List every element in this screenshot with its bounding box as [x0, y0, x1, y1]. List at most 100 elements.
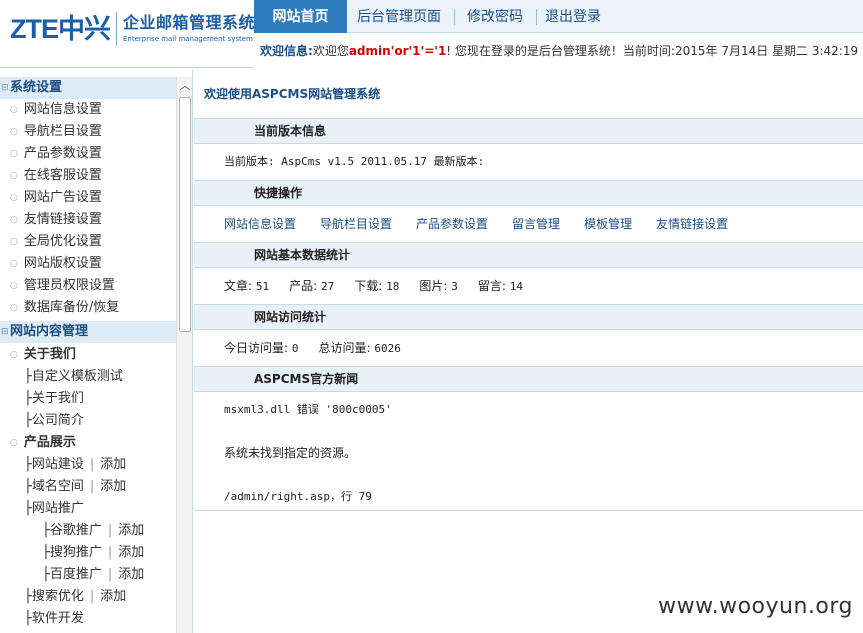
sidebar-item-online-service[interactable]: ○ 在线客服设置 — [10, 165, 102, 187]
tree-item-label: ├网站推广 — [24, 501, 84, 516]
quick-link-site-info[interactable]: 网站信息设置 — [224, 217, 296, 231]
sidebar-section-title: 系统设置 — [10, 80, 63, 95]
tab-divider — [536, 9, 537, 25]
sidebar-section-system[interactable]: ⊟ 系统设置 — [0, 77, 176, 99]
tree-node-label: 关于我们 — [23, 347, 76, 362]
sidebar-scrollbar[interactable]: ︿ — [176, 77, 192, 633]
stat-label: 产品: — [289, 279, 318, 293]
top-nav: 网站首页 后台管理页面 修改密码 退出登录 — [254, 0, 863, 33]
tree-node-about[interactable]: ○ 关于我们 — [10, 344, 76, 366]
stat-articles: 文章: 51 — [224, 279, 269, 293]
separator: | — [89, 589, 95, 604]
sidebar-item-label: 友情链接设置 — [23, 212, 102, 227]
tree-item-promotion[interactable]: ├网站推广 — [24, 498, 84, 520]
sidebar-item-db-backup[interactable]: ○ 数据库备份/恢复 — [10, 297, 119, 319]
tab-home[interactable]: 网站首页 — [254, 0, 347, 33]
welcome-user: admin'or'1'='1 — [348, 44, 447, 58]
add-link[interactable]: 添加 — [100, 479, 126, 494]
page-title: 欢迎使用ASPCMS网站管理系统 — [204, 87, 381, 101]
sidebar-section-content[interactable]: ⊟ 网站内容管理 — [0, 321, 176, 343]
tree-item-label: ├关于我们 — [24, 391, 84, 406]
collapse-icon[interactable]: ⊟ — [1, 321, 9, 343]
stat-value: 14 — [509, 280, 523, 293]
separator: | — [89, 457, 95, 472]
tree-item-label: ├软件开发 — [24, 611, 84, 626]
tree-item-label: ├搜索优化 — [24, 589, 84, 604]
header: ZTE中兴 企业邮箱管理系统 Enterprise mail managemen… — [0, 0, 863, 68]
sidebar-item-seo[interactable]: ○ 全局优化设置 — [10, 231, 102, 253]
visits-row: 今日访问量: 0 总访问量: 6026 — [224, 337, 421, 359]
sidebar-item-label: 在线客服设置 — [23, 168, 102, 183]
sidebar-item-label: 导航栏目设置 — [23, 124, 102, 139]
sidebar-section-title: 网站内容管理 — [10, 324, 89, 339]
circle-bullet-icon: ○ — [10, 350, 18, 360]
quick-link-templates[interactable]: 模板管理 — [584, 217, 632, 231]
tree-item-web-build[interactable]: ├网站建设 | 添加 — [24, 454, 126, 476]
sidebar-item-nav[interactable]: ○ 导航栏目设置 — [10, 121, 102, 143]
separator: | — [107, 567, 113, 582]
stat-messages: 留言: 14 — [478, 279, 523, 293]
stat-value: 6026 — [374, 342, 401, 355]
sidebar-item-label: 网站广告设置 — [23, 190, 102, 205]
circle-bullet-icon: ○ — [10, 237, 18, 247]
add-link[interactable]: 添加 — [118, 567, 144, 582]
tree-item-label: ├百度推广 — [42, 567, 102, 582]
circle-bullet-icon: ○ — [10, 149, 18, 159]
stat-downloads: 下载: 18 — [354, 279, 399, 293]
stat-label: 留言: — [477, 279, 506, 293]
section-version-header: 当前版本信息 — [194, 118, 863, 144]
sidebar-item-ads[interactable]: ○ 网站广告设置 — [10, 187, 102, 209]
quick-links: 网站信息设置 导航栏目设置 产品参数设置 留言管理 模板管理 友情链接设置 — [224, 213, 752, 235]
tree-item-about-us[interactable]: ├关于我们 — [24, 388, 84, 410]
tree-item-domain-hosting[interactable]: ├域名空间 | 添加 — [24, 476, 126, 498]
sidebar-item-label: 全局优化设置 — [23, 234, 102, 249]
tree-item-baidu-promo[interactable]: ├百度推广 | 添加 — [42, 564, 144, 586]
tab-change-password[interactable]: 修改密码 — [458, 0, 532, 33]
tree-item-company-intro[interactable]: ├公司简介 — [24, 410, 84, 432]
quick-link-nav[interactable]: 导航栏目设置 — [320, 217, 392, 231]
sidebar-item-site-info[interactable]: ○ 网站信息设置 — [10, 99, 102, 121]
section-news-header: ASPCMS官方新闻 — [194, 366, 863, 392]
tree-node-products[interactable]: ○ 产品展示 — [10, 432, 76, 454]
add-link[interactable]: 添加 — [118, 523, 144, 538]
tree-item-custom-template[interactable]: ├自定义模板测试 — [24, 366, 123, 388]
stat-label: 图片: — [419, 279, 448, 293]
tab-admin[interactable]: 后台管理页面 — [350, 0, 448, 33]
section-quick-header: 快捷操作 — [194, 180, 863, 206]
tree-item-label: ├公司简介 — [24, 413, 84, 428]
add-link[interactable]: 添加 — [100, 589, 126, 604]
separator: | — [107, 545, 113, 560]
tree-item-label: ├谷歌推广 — [42, 523, 102, 538]
scroll-thumb[interactable] — [179, 97, 191, 332]
tree-item-search-optimize[interactable]: ├搜索优化 | 添加 — [24, 586, 126, 608]
quick-link-messages[interactable]: 留言管理 — [512, 217, 560, 231]
tree-item-google-promo[interactable]: ├谷歌推广 | 添加 — [42, 520, 144, 542]
quick-link-product-params[interactable]: 产品参数设置 — [416, 217, 488, 231]
sidebar-item-label: 管理员权限设置 — [23, 278, 115, 293]
stat-value: 18 — [386, 280, 400, 293]
tree-item-sogou-promo[interactable]: ├搜狗推广 | 添加 — [42, 542, 144, 564]
sidebar-item-admin-perms[interactable]: ○ 管理员权限设置 — [10, 275, 115, 297]
tab-logout[interactable]: 退出登录 — [540, 0, 606, 33]
circle-bullet-icon: ○ — [10, 127, 18, 137]
sidebar-item-copyright[interactable]: ○ 网站版权设置 — [10, 253, 102, 275]
stat-value: 0 — [291, 342, 299, 355]
quick-link-friend-links[interactable]: 友情链接设置 — [656, 217, 728, 231]
tree-item-label: ├域名空间 — [24, 479, 84, 494]
welcome-label: 欢迎信息: — [260, 44, 313, 58]
scroll-up-icon[interactable]: ︿ — [177, 77, 193, 95]
stat-products: 产品: 27 — [289, 279, 334, 293]
welcome-prefix: 欢迎您 — [312, 44, 349, 58]
news-error-line3: /admin/right.asp，行 79 — [224, 490, 372, 503]
collapse-icon[interactable]: ⊟ — [1, 77, 9, 99]
sidebar: ⊟ 系统设置 ○ 网站信息设置 ○ 导航栏目设置 ○ 产品参数设置 ○ 在线客服设置 ○… — [0, 69, 193, 633]
sidebar-item-product-params[interactable]: ○ 产品参数设置 — [10, 143, 102, 165]
separator: | — [107, 523, 113, 538]
add-link[interactable]: 添加 — [118, 545, 144, 560]
tree-item-label: ├自定义模板测试 — [24, 369, 123, 384]
tab-divider — [454, 9, 455, 25]
logo-brand: ZTE中兴 — [10, 14, 111, 44]
sidebar-item-links[interactable]: ○ 友情链接设置 — [10, 209, 102, 231]
add-link[interactable]: 添加 — [100, 457, 126, 472]
tree-item-software-dev[interactable]: ├软件开发 — [24, 608, 84, 630]
